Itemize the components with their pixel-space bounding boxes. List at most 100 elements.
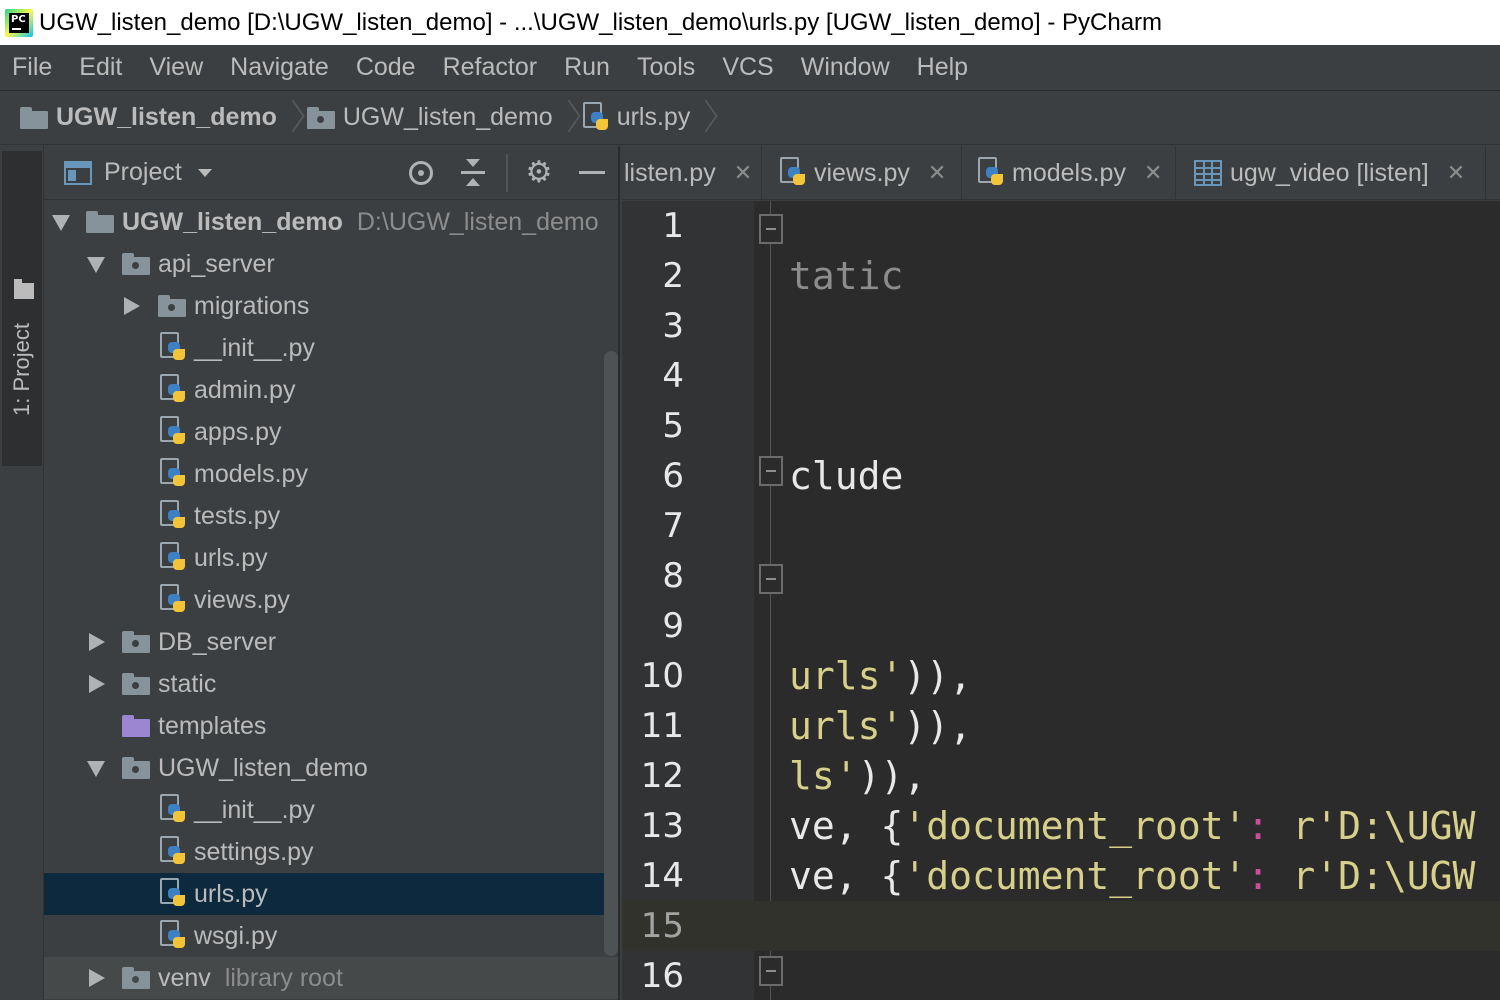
tree-item-library-root[interactable]: venv library root: [44, 957, 618, 999]
menu-edit[interactable]: Edit: [79, 53, 122, 82]
code-line[interactable]: 3: [622, 301, 1500, 351]
expand-arrow-icon[interactable]: [89, 969, 105, 987]
line-number: 11: [640, 706, 684, 746]
python-file-icon: [160, 542, 186, 574]
code-line[interactable]: 1: [622, 201, 1500, 251]
tree-item-project-root[interactable]: UGW_listen_demo D:\UGW_listen_demo: [44, 201, 618, 243]
collapse-all-icon[interactable]: [458, 158, 488, 188]
code-line[interactable]: 9: [622, 601, 1500, 651]
fold-marker-icon[interactable]: [759, 564, 783, 594]
title-bar: PC UGW_listen_demo [D:\UGW_listen_demo] …: [0, 0, 1500, 45]
code-line[interactable]: 2 tatic: [622, 251, 1500, 301]
tree-item-folder[interactable]: api_server: [44, 243, 618, 285]
tree-item-file[interactable]: models.py: [44, 453, 618, 495]
code-line[interactable]: 6 clude: [622, 451, 1500, 501]
expand-arrow-icon[interactable]: [89, 633, 105, 651]
menu-window[interactable]: Window: [801, 53, 890, 82]
close-icon[interactable]: ✕: [1447, 160, 1465, 186]
code-line[interactable]: 16: [622, 951, 1500, 1000]
tree-item-file[interactable]: __init__.py: [44, 789, 618, 831]
menu-code[interactable]: Code: [356, 53, 416, 82]
tree-item-file[interactable]: settings.py: [44, 831, 618, 873]
python-file-icon: [160, 794, 186, 826]
menu-navigate[interactable]: Navigate: [230, 53, 329, 82]
code-line[interactable]: 4: [622, 351, 1500, 401]
close-icon[interactable]: ✕: [928, 160, 946, 186]
chevron-down-icon[interactable]: [197, 168, 212, 177]
tree-item-folder[interactable]: UGW_listen_demo: [44, 747, 618, 789]
gear-icon[interactable]: ⚙: [524, 158, 554, 188]
line-number: 16: [640, 956, 684, 996]
package-folder-icon: [158, 295, 186, 317]
folder-icon: [20, 106, 48, 129]
code-line[interactable]: 15: [622, 901, 1500, 951]
expand-arrow-icon[interactable]: [52, 215, 70, 231]
menu-file[interactable]: File: [12, 53, 52, 82]
code-line[interactable]: 8: [622, 551, 1500, 601]
locate-file-icon[interactable]: [406, 158, 436, 188]
tree-item-folder[interactable]: migrations: [44, 285, 618, 327]
tab-models-py[interactable]: models.py ✕: [970, 146, 1176, 199]
breadcrumb-separator: [559, 101, 573, 135]
menu-tools[interactable]: Tools: [637, 53, 695, 82]
hide-panel-icon[interactable]: [577, 158, 607, 188]
line-number: 7: [662, 506, 684, 546]
tree-item-folder[interactable]: static: [44, 663, 618, 705]
left-tool-strip: 1: Project: [0, 146, 44, 1000]
code-line[interactable]: 7: [622, 501, 1500, 551]
line-number: 10: [640, 656, 684, 696]
menu-run[interactable]: Run: [564, 53, 610, 82]
code-line[interactable]: 12 ls')),: [622, 751, 1500, 801]
tab-views-py[interactable]: views.py ✕: [772, 146, 962, 199]
package-folder-icon: [306, 106, 335, 129]
tree-item-file-selected[interactable]: urls.py: [44, 873, 618, 915]
project-panel: Project ⚙ UGW_listen_demo D:\UGW_listen_…: [44, 146, 620, 1000]
expand-arrow-icon[interactable]: [89, 675, 105, 693]
tree-item-file[interactable]: wsgi.py: [44, 915, 618, 957]
tree-item-file[interactable]: tests.py: [44, 495, 618, 537]
code-text: ve, {'document_root': r'D:\UGW: [789, 854, 1476, 898]
expand-arrow-icon[interactable]: [87, 257, 105, 273]
project-view-selector[interactable]: Project: [104, 158, 182, 187]
line-number: 3: [662, 306, 684, 346]
tree-item-file[interactable]: admin.py: [44, 369, 618, 411]
breadcrumb-package[interactable]: UGW_listen_demo: [306, 103, 553, 132]
tab-listen-py[interactable]: listen.py ✕: [622, 146, 762, 199]
tree-item-folder[interactable]: templates: [44, 705, 618, 747]
menu-refactor[interactable]: Refactor: [443, 53, 537, 82]
python-file-icon: [160, 878, 186, 910]
menu-vcs[interactable]: VCS: [722, 53, 773, 82]
tree-item-file[interactable]: __init__.py: [44, 327, 618, 369]
expand-arrow-icon[interactable]: [87, 761, 105, 777]
python-file-icon: [160, 836, 186, 868]
folder-icon: [14, 279, 34, 299]
menu-help[interactable]: Help: [917, 53, 968, 82]
tree-item-file[interactable]: urls.py: [44, 537, 618, 579]
code-line[interactable]: 10 urls')),: [622, 651, 1500, 701]
code-text: tatic: [789, 254, 904, 298]
breadcrumb-project[interactable]: UGW_listen_demo: [20, 103, 277, 132]
tab-ugw-video[interactable]: ugw_video [listen] ✕: [1186, 146, 1486, 199]
project-tool-tab[interactable]: 1: Project: [2, 151, 42, 466]
code-editor[interactable]: 1 2 tatic 3 4 5 6 clude 7 8 9 10 urls')), 11 urls')), 1…: [622, 201, 1500, 1000]
expand-arrow-icon[interactable]: [124, 297, 140, 315]
fold-marker-icon[interactable]: [759, 456, 783, 486]
toolbar-divider: [506, 154, 508, 192]
tree-item-file[interactable]: apps.py: [44, 411, 618, 453]
project-tree-scrollbar[interactable]: [604, 351, 618, 956]
tree-item-folder[interactable]: DB_server: [44, 621, 618, 663]
menu-view[interactable]: View: [149, 53, 203, 82]
code-line[interactable]: 13 ve, {'document_root': r'D:\UGW: [622, 801, 1500, 851]
breadcrumb-file[interactable]: urls.py: [582, 101, 690, 134]
fold-marker-icon[interactable]: [759, 214, 783, 244]
line-number: 4: [662, 356, 684, 396]
code-line[interactable]: 14 ve, {'document_root': r'D:\UGW: [622, 851, 1500, 901]
fold-marker-icon[interactable]: [759, 956, 783, 986]
code-line[interactable]: 11 urls')),: [622, 701, 1500, 751]
code-text: urls')),: [789, 654, 973, 698]
close-icon[interactable]: ✕: [734, 160, 752, 186]
project-panel-header: Project ⚙: [44, 146, 618, 200]
tree-item-file[interactable]: views.py: [44, 579, 618, 621]
close-icon[interactable]: ✕: [1144, 160, 1162, 186]
code-line[interactable]: 5: [622, 401, 1500, 451]
